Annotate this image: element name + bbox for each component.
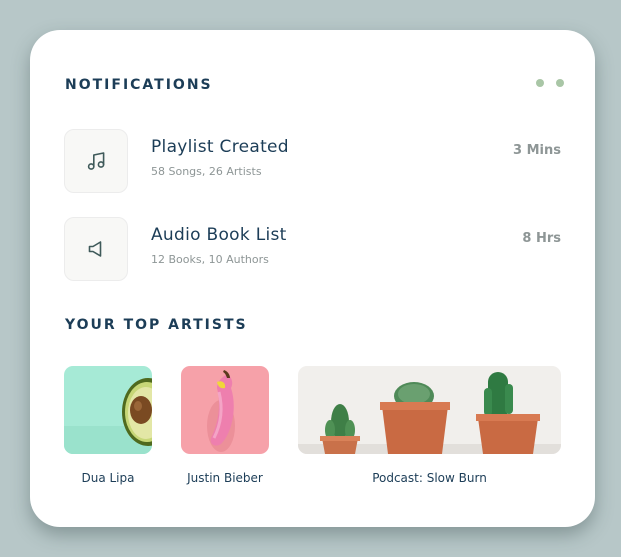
notifications-heading: NOTIFICATIONS <box>65 77 213 93</box>
notification-title: Audio Book List <box>151 225 287 245</box>
artist-card-podcast-slow-burn[interactable]: Podcast: Slow Burn <box>298 366 561 485</box>
notification-text: Playlist Created 58 Songs, 26 Artists <box>151 137 289 178</box>
artist-card-justin-bieber[interactable]: Justin Bieber <box>181 366 269 485</box>
cacti-image <box>298 366 561 454</box>
artist-name: Podcast: Slow Burn <box>372 471 487 485</box>
notification-playlist-created[interactable]: Playlist Created 58 Songs, 26 Artists 3 … <box>64 129 561 193</box>
notification-subtitle: 12 Books, 10 Authors <box>151 253 269 266</box>
speaker-icon <box>88 241 102 257</box>
avocado-image <box>64 366 152 454</box>
more-options-icon[interactable] <box>536 79 564 89</box>
banana-image <box>181 366 269 454</box>
notification-title: Playlist Created <box>151 137 289 157</box>
notification-icon-box <box>64 217 128 281</box>
artist-card-dua-lipa[interactable]: Dua Lipa <box>64 366 152 485</box>
notifications-card: NOTIFICATIONS Playlist Created 58 Songs,… <box>30 30 595 527</box>
more-dot <box>536 79 544 87</box>
notification-time: 3 Mins <box>513 143 561 158</box>
artist-name: Justin Bieber <box>187 471 263 485</box>
notification-subtitle: 58 Songs, 26 Artists <box>151 165 262 178</box>
more-dot <box>556 79 564 87</box>
notification-time: 8 Hrs <box>522 231 561 246</box>
music-note-icon <box>87 152 105 170</box>
notification-text: Audio Book List 12 Books, 10 Authors <box>151 225 287 266</box>
notification-audio-book-list[interactable]: Audio Book List 12 Books, 10 Authors 8 H… <box>64 217 561 281</box>
artist-name: Dua Lipa <box>81 471 135 485</box>
top-artists-heading: YOUR TOP ARTISTS <box>65 317 248 333</box>
notification-icon-box <box>64 129 128 193</box>
